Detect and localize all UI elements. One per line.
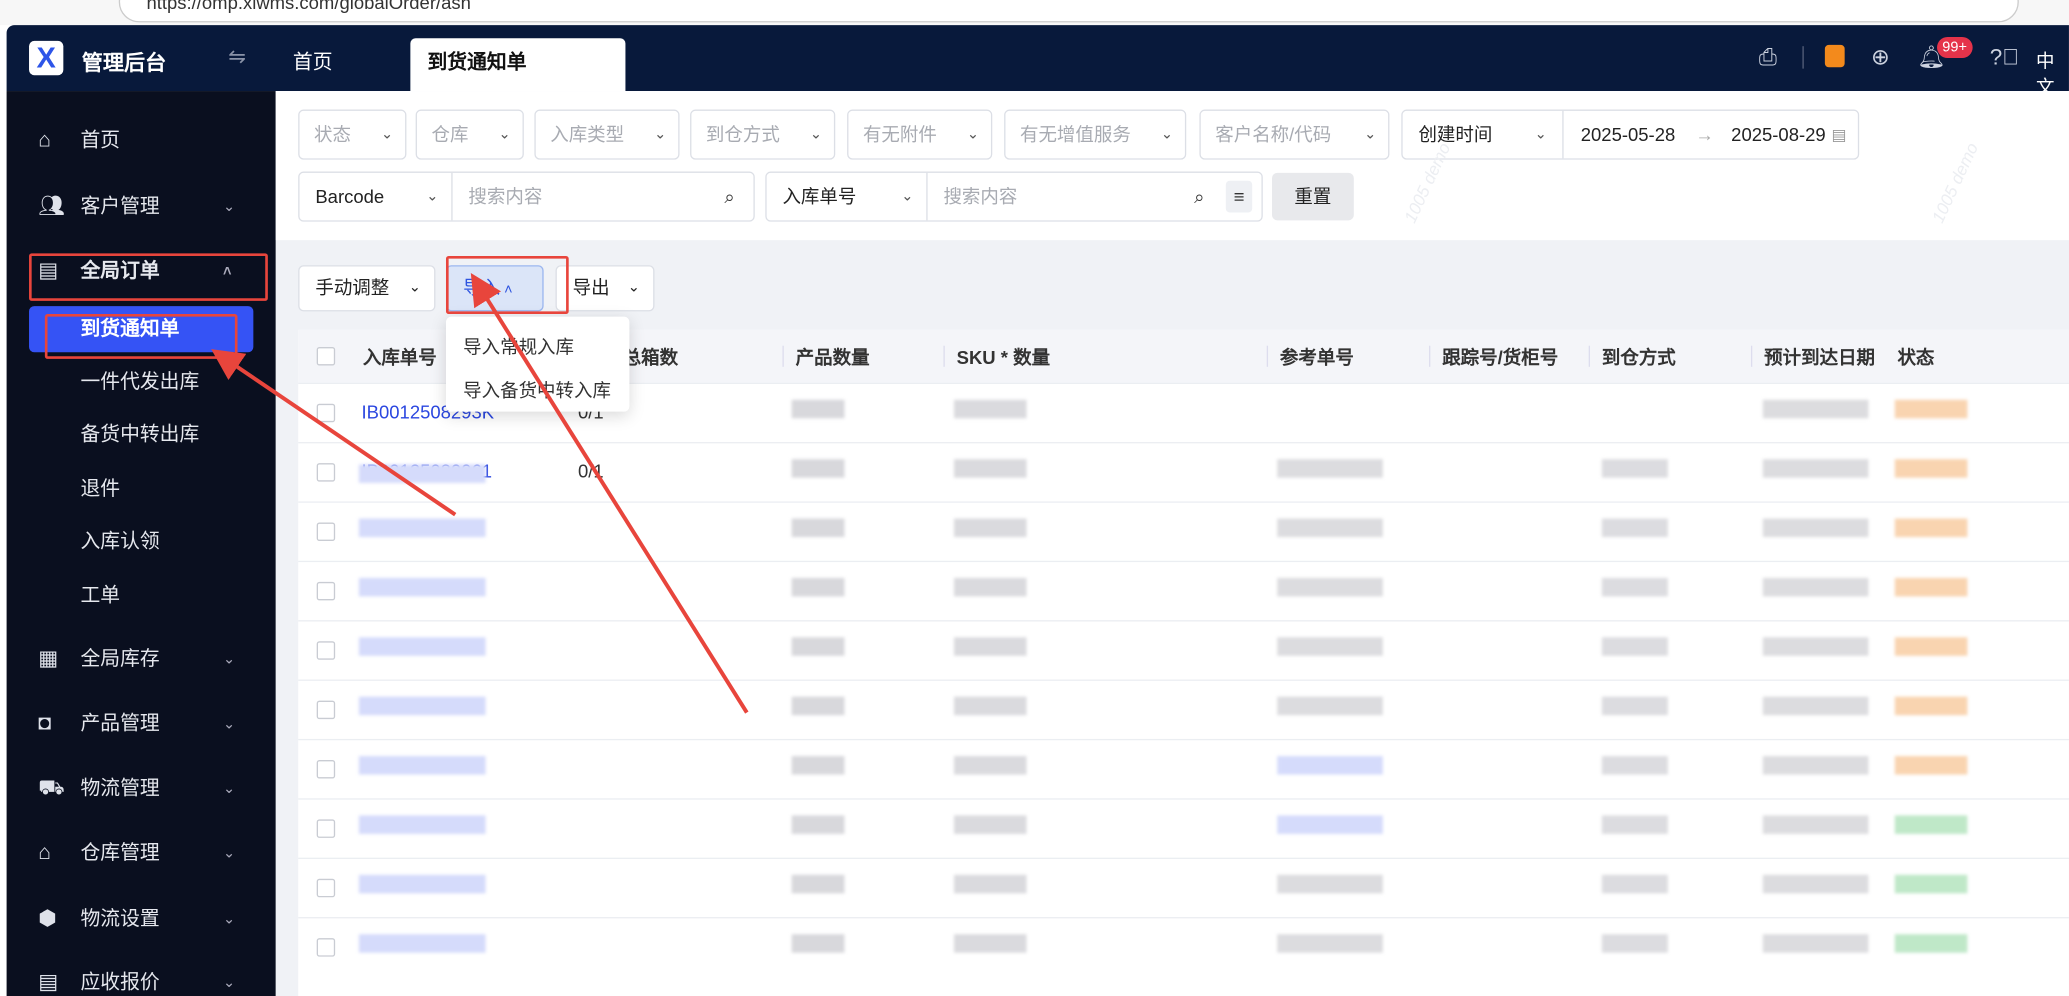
annotation-arrow bbox=[211, 349, 457, 517]
annotation-arrow bbox=[470, 273, 749, 714]
screen: https://omp.xiwms.com/globalOrder/asn X … bbox=[0, 0, 2069, 996]
annotation-arrows bbox=[211, 273, 749, 714]
